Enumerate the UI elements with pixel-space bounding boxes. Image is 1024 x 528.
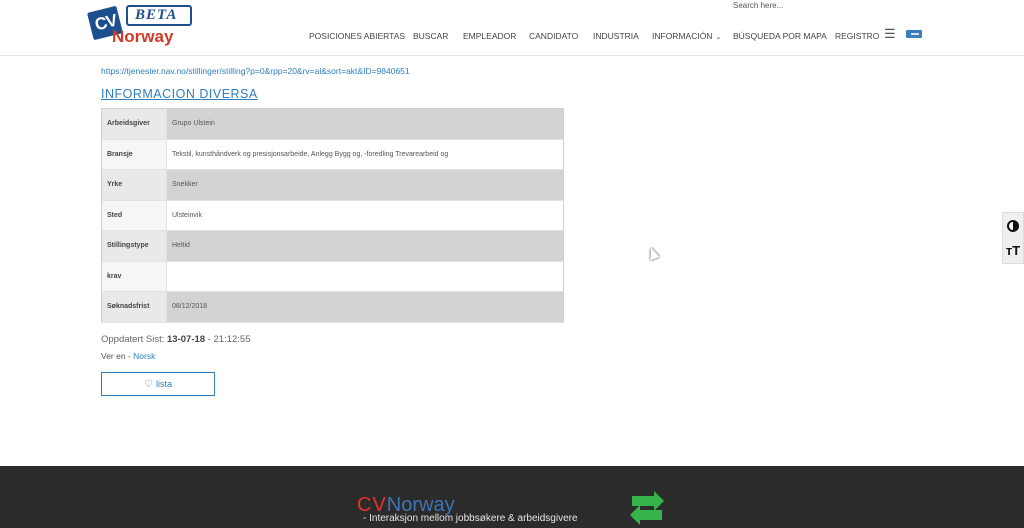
row-value: Grupo Ulstein (166, 108, 564, 140)
nav-item-posiciones-abiertas[interactable]: POSICIONES ABIERTAS (309, 31, 405, 41)
logo-beta-text: BETA (135, 7, 178, 23)
section-title[interactable]: INFORMACION DIVERSA (101, 87, 258, 101)
nav-item-informacion-label: INFORMACIÓN (652, 31, 713, 41)
nav-item-registro[interactable]: REGISTRO (835, 31, 879, 41)
row-label: Arbeidsgiver (101, 108, 167, 140)
table-row: Søknadsfrist 08/12/2018 (101, 291, 564, 323)
nav-item-empleador[interactable]: EMPLEADOR (463, 31, 516, 41)
site-header: CV BETA Norway Search here... POSICIONES… (0, 0, 1024, 56)
nav-item-informacion[interactable]: INFORMACIÓN ⌄ (652, 31, 721, 41)
language-switch-prefix: Ver en - (101, 351, 134, 361)
footer-tagline: - Interaksjon mellom jobbsøkere & arbeid… (363, 513, 578, 524)
table-row: Bransje Tekstil, kunsthåndverk og presis… (101, 139, 564, 170)
nav-item-industria[interactable]: INDUSTRIA (593, 31, 639, 41)
search-input[interactable]: Search here... (733, 1, 783, 10)
heart-icon: ♡ (144, 378, 153, 390)
last-updated-date: 13-07-18 (167, 334, 206, 345)
language-flag-icon[interactable] (906, 30, 922, 38)
row-label: krav (101, 261, 167, 292)
exchange-arrows-icon (628, 491, 666, 526)
site-logo[interactable]: CV BETA Norway (87, 5, 198, 47)
row-value: 08/12/2018 (166, 291, 564, 323)
contrast-toggle-button[interactable] (1003, 213, 1023, 238)
nav-item-buscar[interactable]: BUSCAR (413, 31, 448, 41)
row-label: Søknadsfrist (101, 291, 167, 323)
row-value: Heltid (166, 230, 564, 262)
add-to-list-button[interactable]: ♡ lista (101, 372, 215, 396)
nav-item-busqueda-por-mapa[interactable]: BÚSQUEDA POR MAPA (733, 31, 827, 41)
language-link-norsk[interactable]: Norsk (133, 351, 155, 361)
table-row: Arbeidsgiver Grupo Ulstein (101, 108, 564, 140)
job-info-table: Arbeidsgiver Grupo Ulstein Bransje Tekst… (101, 108, 564, 323)
language-switch: Ver en - Norsk (101, 351, 155, 361)
logo-norway-text: Norway (112, 27, 174, 46)
table-row: krav (101, 261, 564, 292)
text-size-icon: тT (1005, 243, 1021, 258)
table-row: Stillingstype Heltid (101, 230, 564, 262)
last-updated: Oppdatert Sist: 13-07-18 - 21:12:55 (101, 334, 250, 345)
add-to-list-label: lista (155, 379, 172, 389)
accessibility-toolbar: тT (1002, 212, 1024, 264)
row-value: Snekker (166, 169, 564, 201)
source-url-link[interactable]: https://tjenester.nav.no/stillinger/stil… (101, 66, 410, 76)
mouse-cursor-icon (646, 245, 660, 261)
row-label: Stillingstype (101, 230, 167, 262)
table-row: Yrke Snekker (101, 169, 564, 201)
contrast-icon (1007, 219, 1019, 232)
table-row: Sted Ulsteinvik (101, 200, 564, 231)
chevron-down-icon: ⌄ (715, 34, 722, 41)
row-value: Ulsteinvik (166, 200, 564, 231)
last-updated-time: 21:12:55 (213, 334, 251, 345)
row-value: Tekstil, kunsthåndverk og presisjonsarbe… (166, 139, 564, 170)
last-updated-prefix: Oppdatert Sist: (101, 334, 168, 345)
row-label: Sted (101, 200, 167, 231)
last-updated-separator: - (205, 334, 214, 345)
arrow-left-icon (630, 505, 662, 525)
row-label: Bransje (101, 139, 167, 170)
row-label: Yrke (101, 169, 167, 201)
row-value (166, 261, 564, 292)
nav-item-candidato[interactable]: CANDIDATO (529, 31, 578, 41)
hamburger-icon[interactable]: ☰ (884, 26, 896, 42)
text-size-button[interactable]: тT (1003, 238, 1023, 263)
